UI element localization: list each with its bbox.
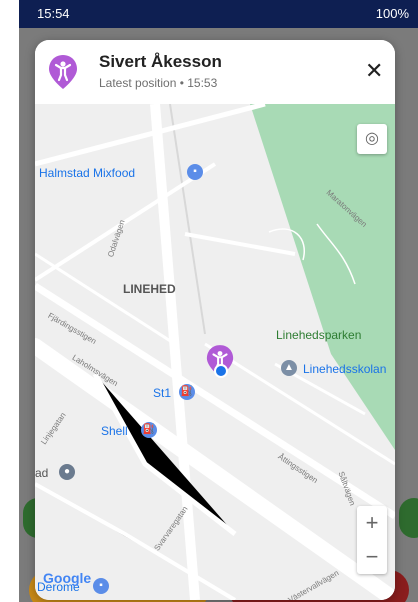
linehedsskolan-label[interactable]: Linehedsskolan [303, 362, 386, 376]
status-time: 15:54 [37, 6, 70, 21]
zoom-in-button[interactable]: + [357, 506, 387, 540]
shopping-bag-icon[interactable]: ▪ [93, 578, 109, 594]
phone-screen: 15:54 100% Sivert Åkesson Latest positio… [19, 0, 418, 602]
map-view[interactable]: ▪ Halmstad Mixfood ◎ LINEHED Linehedspar… [35, 104, 395, 600]
status-battery: 100% [375, 6, 409, 21]
zoom-out-button[interactable]: − [357, 540, 387, 574]
google-attribution: Google [43, 570, 92, 586]
place-pin-icon[interactable]: ● [59, 464, 75, 480]
location-card: Sivert Åkesson Latest position • 15:53 ✕ [35, 40, 395, 600]
shell-label[interactable]: Shell [101, 424, 128, 438]
st1-label[interactable]: St1 [153, 386, 171, 400]
linehedsparken-label[interactable]: Linehedsparken [276, 328, 361, 342]
school-icon[interactable]: ▲ [281, 360, 297, 376]
shopping-bag-icon[interactable]: ▪ [187, 164, 203, 180]
zoom-controls: + − [357, 506, 387, 574]
gas-station-icon[interactable]: ⛽ [179, 384, 195, 400]
status-bar: 15:54 100% [19, 0, 418, 28]
background-green-button [399, 498, 418, 538]
my-location-button[interactable]: ◎ [357, 124, 387, 154]
close-icon[interactable]: ✕ [365, 60, 383, 82]
halmstad-mixfood-label[interactable]: Halmstad Mixfood [39, 166, 135, 180]
latest-position-text: Latest position • 15:53 [99, 76, 218, 90]
person-name: Sivert Åkesson [99, 52, 222, 71]
person-pin-icon [49, 55, 77, 89]
card-header: Sivert Åkesson Latest position • 15:53 ✕ [35, 40, 395, 104]
gas-station-icon[interactable]: ⛽ [141, 422, 157, 438]
place-label-ad[interactable]: ad [35, 466, 48, 480]
linehed-area-label: LINEHED [123, 282, 176, 296]
current-position-dot [214, 364, 228, 378]
